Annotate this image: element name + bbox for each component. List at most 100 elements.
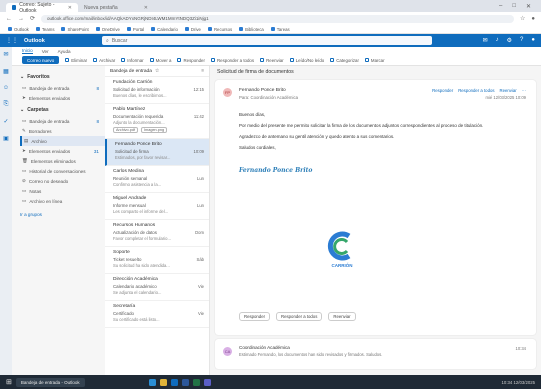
calendar-icon[interactable]: ▦ — [3, 68, 9, 75]
bookmark-icon — [35, 27, 40, 31]
favorite-inbox[interactable]: ▭ Bandeja de entrada 8 — [20, 83, 105, 93]
taskbar-app-outlook[interactable]: Bandeja de entrada - Outlook — [15, 377, 85, 387]
forward-action[interactable]: Reenviar — [500, 88, 517, 93]
favorite-sent[interactable]: ➤ Elementos enviados — [20, 93, 105, 103]
gear-icon[interactable]: ⚙ — [507, 37, 512, 44]
tab-home[interactable]: Inicio — [22, 48, 33, 54]
read-unread-button[interactable]: Leído/No leído — [289, 58, 324, 63]
folder-deleted[interactable]: 🗑 Elementos eliminados — [20, 156, 105, 166]
reply-all-button[interactable]: Responder a todos — [210, 58, 254, 63]
profile-icon[interactable]: ● — [531, 16, 535, 22]
message-body: Buenos días, Por medio del presente me p… — [239, 111, 526, 151]
outlook-icon[interactable] — [170, 378, 178, 386]
chrome-icon[interactable] — [159, 378, 167, 386]
maximize-icon[interactable]: □ — [512, 3, 516, 10]
bookmark-icon — [270, 27, 275, 31]
attach-icon[interactable]: ⎘ — [4, 101, 9, 108]
browser-tab-outlook[interactable]: Correo: Sujeto - Outlook ✕ — [6, 2, 78, 14]
avatar[interactable]: ● — [531, 37, 535, 44]
reply-action[interactable]: Responder — [432, 88, 453, 93]
reply-all-action[interactable]: Responder a todos — [458, 88, 494, 93]
folder-archive[interactable]: ▤ Archivo — [20, 136, 105, 146]
edge-icon[interactable] — [148, 378, 156, 386]
more-icon[interactable]: ··· — [522, 88, 526, 93]
app-launcher-icon[interactable]: ⋮⋮ — [6, 37, 18, 44]
list-item[interactable]: Recursos Humanos Actualización de datos … — [105, 220, 209, 247]
folder-inbox[interactable]: ▭ Bandeja de entrada 8 — [20, 116, 105, 126]
go-to-groups-link[interactable]: Ir a grupos — [20, 212, 105, 217]
close-tab-icon[interactable]: ✕ — [144, 5, 148, 11]
forward-icon[interactable]: → — [18, 16, 24, 22]
close-window-icon[interactable]: ✕ — [526, 3, 531, 10]
list-item[interactable]: Secretaría Certificado Su certificado es… — [105, 301, 209, 328]
bookmark[interactable]: Teams — [35, 27, 54, 32]
browser-tab-new[interactable]: Nueva pestaña ✕ — [78, 3, 154, 12]
bookmark[interactable]: Outlook — [8, 27, 29, 32]
teams-icon[interactable] — [203, 378, 211, 386]
bookmark[interactable]: SharePoint — [61, 27, 89, 32]
folder-notes[interactable]: ▭ Notas — [20, 186, 105, 196]
word-icon[interactable] — [181, 378, 189, 386]
new-mail-button[interactable]: Correo nuevo — [22, 56, 60, 64]
folder-conversation-history[interactable]: ▭ Historial de conversaciones — [20, 166, 105, 176]
filter-icon[interactable]: ≡ — [201, 69, 204, 74]
delete-button[interactable]: Eliminar — [65, 58, 87, 63]
search-input[interactable]: ⌕ Buscar — [102, 36, 432, 45]
report-button[interactable]: Informar — [121, 58, 144, 63]
move-button[interactable]: Mover a — [149, 58, 171, 63]
list-item[interactable]: Fundación Carrión Solicitud de informaci… — [105, 77, 209, 104]
bell-icon[interactable]: ♪ — [496, 37, 499, 44]
categorize-button[interactable]: Categorizar — [330, 58, 359, 63]
list-item[interactable]: Soporte Ticket resuelto Su solicitud ha … — [105, 247, 209, 274]
list-item[interactable]: Carlos Medina Reunión semanal Confirmo a… — [105, 166, 209, 193]
star-icon[interactable]: ☆ — [520, 15, 525, 22]
bookmark[interactable]: OneDrive — [95, 27, 120, 32]
back-icon[interactable]: ← — [6, 16, 12, 22]
bookmark[interactable]: Biblioteca — [239, 27, 264, 32]
list-item-selected[interactable]: Fernando Ponce Brito Solicitud de firma … — [105, 139, 209, 166]
forward-button[interactable]: Reenviar — [328, 312, 356, 321]
excel-icon[interactable] — [192, 378, 200, 386]
reply-button[interactable]: Responder — [177, 58, 205, 63]
minimize-icon[interactable]: – — [499, 3, 502, 10]
todo-icon[interactable]: ✓ — [3, 118, 8, 125]
bookmark[interactable]: Calendario — [151, 27, 178, 32]
folder-online-archive[interactable]: ▭ Archivo en línea — [20, 196, 105, 206]
sender-avatar[interactable]: FP — [223, 88, 232, 97]
tab-view[interactable]: Ver — [42, 49, 49, 54]
list-item[interactable]: Miguel Andrade Informe mensual Les compa… — [105, 193, 209, 220]
folder-drafts[interactable]: ✎ Borradores — [20, 126, 105, 136]
people-icon[interactable]: ☺ — [3, 85, 9, 91]
reply-all-button[interactable]: Responder a todos — [276, 312, 323, 321]
bookmark[interactable]: Tareas — [270, 27, 290, 32]
archive-button[interactable]: Archivar — [93, 58, 115, 63]
apps-icon[interactable]: ▣ — [3, 135, 9, 142]
list-item[interactable]: Dirección Académica Calendario académico… — [105, 274, 209, 301]
folder-junk[interactable]: ⊘ Correo no deseado — [20, 176, 105, 186]
bookmark[interactable]: Drive — [184, 27, 201, 32]
star-icon[interactable]: ☆ — [155, 69, 159, 74]
bookmark[interactable]: Recursos — [207, 27, 232, 32]
favorites-header[interactable]: ⌄ Favoritos — [20, 74, 105, 80]
folders-header[interactable]: ⌄ Carpetas — [20, 107, 105, 113]
list-item[interactable]: Pablo Martínez Documentación requerida A… — [105, 104, 209, 139]
tab-help[interactable]: Ayuda — [58, 49, 71, 54]
attachment-chip[interactable]: Imagen.png — [141, 127, 168, 133]
mail-icon[interactable]: ✉ — [3, 51, 8, 58]
folder-sent[interactable]: ➤ Elementos enviados 31 — [20, 146, 105, 156]
bookmark[interactable]: Portal — [126, 27, 144, 32]
attachment-chip[interactable]: Archivo.pdf — [113, 127, 138, 133]
url-field[interactable]: outlook.office.com/mail/inbox/id/AAQkADY… — [41, 14, 514, 23]
browser-tab-strip: Correo: Sujeto - Outlook ✕ Nueva pestaña… — [0, 0, 541, 14]
message-date: mié 12/03/2025 10:09 — [485, 95, 526, 100]
forward-button[interactable]: Reenviar — [260, 58, 284, 63]
close-tab-icon[interactable]: ✕ — [68, 5, 72, 11]
help-icon[interactable]: ? — [520, 37, 523, 44]
flag-button[interactable]: Marcar — [364, 58, 385, 63]
collapsed-message[interactable]: CA Coordinación Académica Estimado Ferna… — [215, 339, 536, 369]
reply-button[interactable]: Responder — [239, 312, 271, 321]
windows-start-icon[interactable]: ⊞ — [6, 378, 12, 386]
reload-icon[interactable]: ⟳ — [30, 15, 35, 22]
chat-icon[interactable]: ✉ — [483, 37, 488, 44]
note-icon: ▭ — [22, 188, 27, 193]
